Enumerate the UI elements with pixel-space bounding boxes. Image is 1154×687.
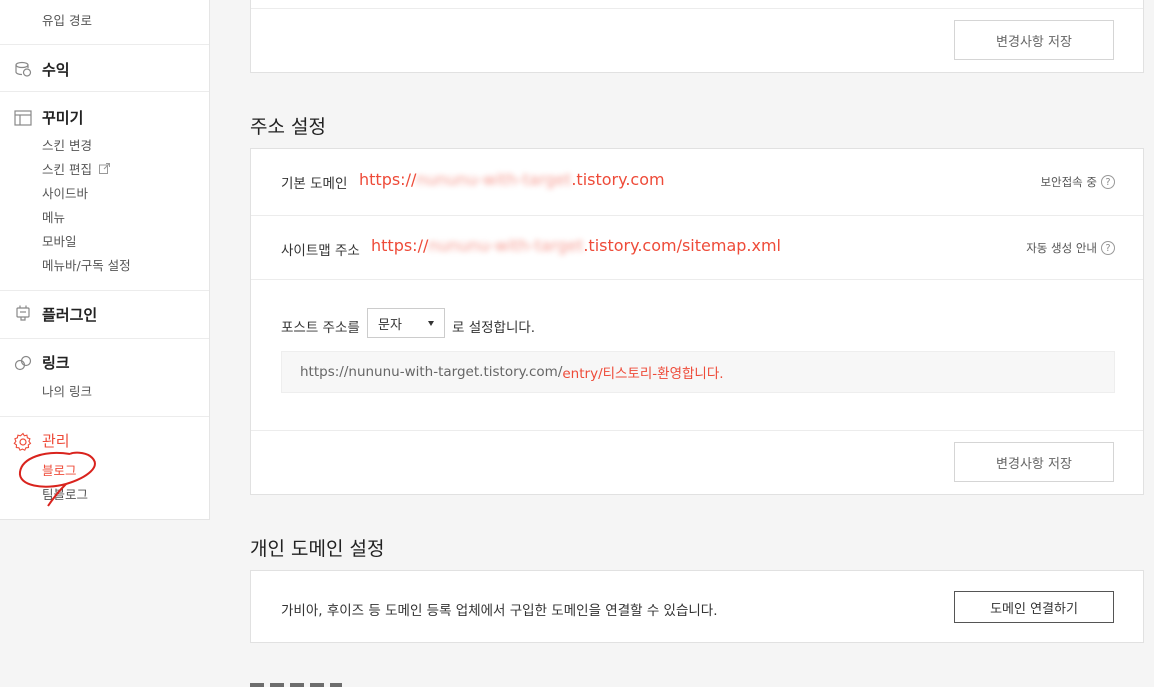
sidebar-group-design: 꾸미기 스킨 변경 스킨 편집 사이드바 메뉴 모바일 메뉴바/구독 설정	[0, 92, 209, 291]
default-domain-blurred: nununu-with-target	[416, 170, 572, 189]
sitemap-label: 사이트맵 주소	[281, 243, 360, 259]
sitemap-row: 사이트맵 주소 https://nununu-with-target.tisto…	[251, 216, 1143, 280]
layout-icon	[14, 110, 32, 126]
link-icon	[14, 355, 32, 371]
sidebar-item-link[interactable]: 링크	[42, 352, 70, 373]
sidebar-item-skin-edit[interactable]: 스킨 편집	[42, 159, 110, 178]
hand-drawn-circle-annotation	[18, 451, 96, 507]
default-domain-prefix: https://	[359, 170, 417, 189]
sidebar-group-stats: 유입 경로	[0, 0, 209, 45]
sitemap-auto-hint[interactable]: 자동 생성 안내 ?	[1026, 240, 1115, 256]
sidebar-item-my-link[interactable]: 나의 링크	[42, 381, 92, 400]
top-settings-panel: 변경사항 저장	[250, 0, 1144, 73]
sidebar-item-menubar[interactable]: 메뉴바/구독 설정	[42, 255, 131, 274]
post-address-row: 포스트 주소를 문자 로 설정합니다. https://nununu-with-…	[251, 280, 1143, 431]
sitemap-suffix: .tistory.com/sitemap.xml	[583, 236, 781, 255]
chevron-down-icon	[428, 321, 434, 326]
post-address-suffix: 로 설정합니다.	[452, 320, 536, 336]
post-url-preview-path: entry/티스토리-환영합니다.	[562, 366, 724, 382]
sidebar-item-referrer[interactable]: 유입 경로	[42, 10, 92, 29]
sitemap-auto-label: 자동 생성 안내	[1026, 241, 1097, 255]
external-link-icon	[98, 163, 110, 174]
sitemap-prefix: https://	[371, 236, 429, 255]
sidebar-group-link: 링크 나의 링크	[0, 339, 209, 417]
address-section-title: 주소 설정	[250, 116, 326, 138]
post-url-preview-base: https://nununu-with-target.tistory.com/	[300, 364, 563, 380]
default-domain-suffix: .tistory.com	[571, 170, 665, 189]
default-domain-row: 기본 도메인 https://nununu-with-target.tistor…	[251, 149, 1143, 216]
help-icon[interactable]: ?	[1101, 175, 1115, 189]
connect-domain-button[interactable]: 도메인 연결하기	[954, 591, 1114, 623]
sidebar-item-skin-change[interactable]: 스킨 변경	[42, 135, 92, 154]
address-settings-panel: 기본 도메인 https://nununu-with-target.tistor…	[250, 148, 1144, 495]
next-section-title-partial	[250, 682, 350, 687]
sidebar: 유입 경로 수익 꾸미기 스킨 변경 스킨 편집 사이드바 메뉴 모바일 메뉴바…	[0, 0, 210, 520]
secure-connection-label: 보안접속 중	[1040, 175, 1097, 189]
default-domain-url[interactable]: https://nununu-with-target.tistory.com	[359, 170, 665, 189]
plug-icon	[16, 305, 30, 321]
save-button-address[interactable]: 변경사항 저장	[954, 442, 1114, 482]
coins-icon	[15, 61, 32, 77]
sidebar-item-menu[interactable]: 메뉴	[42, 207, 65, 226]
sidebar-group-plugin: 플러그인	[0, 291, 209, 339]
save-button-top[interactable]: 변경사항 저장	[954, 20, 1114, 60]
default-domain-label: 기본 도메인	[281, 176, 348, 192]
personal-domain-panel: 가비아, 후이즈 등 도메인 등록 업체에서 구입한 도메인을 연결할 수 있습…	[250, 570, 1144, 643]
post-address-label: 포스트 주소를	[281, 320, 360, 336]
personal-domain-description: 가비아, 후이즈 등 도메인 등록 업체에서 구입한 도메인을 연결할 수 있습…	[281, 603, 718, 619]
sidebar-item-plugin[interactable]: 플러그인	[42, 304, 97, 325]
help-icon[interactable]: ?	[1101, 241, 1115, 255]
sidebar-item-revenue[interactable]: 수익	[42, 59, 70, 80]
sitemap-blurred: nununu-with-target	[428, 236, 584, 255]
sitemap-url[interactable]: https://nununu-with-target.tistory.com/s…	[371, 236, 781, 255]
sidebar-item-sidebar[interactable]: 사이드바	[42, 183, 88, 202]
top-panel-divider	[251, 0, 1143, 9]
sidebar-item-skin-edit-label: 스킨 편집	[42, 162, 92, 177]
personal-domain-section-title: 개인 도메인 설정	[250, 538, 385, 560]
secure-connection-hint[interactable]: 보안접속 중 ?	[1040, 174, 1115, 190]
post-url-preview: https://nununu-with-target.tistory.com/e…	[281, 351, 1115, 393]
post-address-select[interactable]: 문자	[367, 308, 445, 338]
sidebar-item-mobile[interactable]: 모바일	[42, 231, 77, 250]
post-address-select-value: 문자	[378, 317, 402, 333]
sidebar-item-design[interactable]: 꾸미기	[42, 107, 83, 128]
sidebar-group-revenue: 수익	[0, 45, 209, 92]
